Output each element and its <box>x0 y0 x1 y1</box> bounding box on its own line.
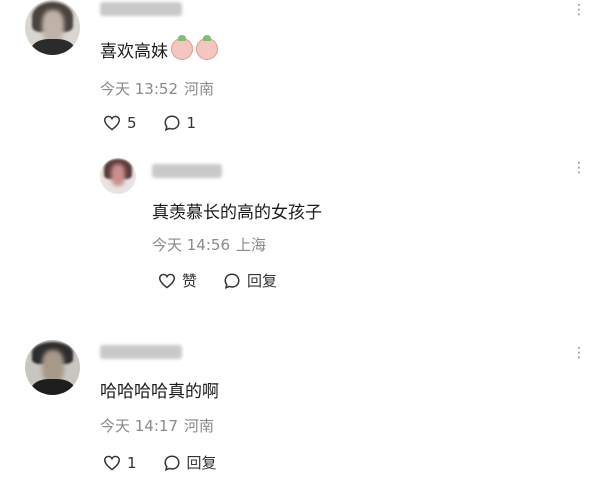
comment-time: 今天 13:52 <box>100 80 178 98</box>
comment-location: 河南 <box>184 417 215 435</box>
comment-actions: 5 1 <box>103 114 222 132</box>
username-blurred[interactable] <box>100 345 182 359</box>
avatar[interactable] <box>25 0 80 55</box>
speech-bubble-icon <box>164 115 180 131</box>
heart-icon <box>103 115 121 131</box>
avatar[interactable] <box>25 340 80 395</box>
comment-text: 真羡慕长的高的女孩子 <box>152 203 322 223</box>
comment-meta: 今天 13:52 河南 <box>100 78 220 99</box>
peach-face-emoji-icon <box>196 35 218 60</box>
comment-actions: 赞 回复 <box>158 270 303 291</box>
reply-button[interactable]: 1 <box>163 114 197 132</box>
comment-text-content: 喜欢高妹 <box>100 42 168 62</box>
like-button[interactable]: 赞 <box>158 270 197 291</box>
reply-count: 1 <box>186 114 197 132</box>
comment-text: 哈哈哈哈真的啊 <box>100 382 219 402</box>
like-button[interactable]: 5 <box>103 114 137 132</box>
heart-icon <box>103 455 121 470</box>
more-options-icon[interactable]: ⋮ <box>572 345 588 361</box>
username-blurred[interactable] <box>152 164 222 178</box>
comment-text: 喜欢高妹 <box>100 35 218 62</box>
comment-time: 今天 14:56 <box>152 236 230 254</box>
comment-location: 河南 <box>184 80 215 98</box>
comment-meta: 今天 14:56 上海 <box>152 234 272 255</box>
comment-location: 上海 <box>236 236 267 254</box>
speech-bubble-icon <box>224 272 240 289</box>
username-blurred[interactable] <box>100 2 182 16</box>
peach-face-emoji-icon <box>171 35 193 60</box>
reply-button[interactable]: 回复 <box>163 452 217 473</box>
more-options-icon[interactable]: ⋮ <box>572 160 588 176</box>
comment-time: 今天 14:17 <box>100 417 178 435</box>
comment-meta: 今天 14:17 河南 <box>100 415 220 436</box>
like-count: 1 <box>127 453 137 472</box>
comment-actions: 1 回复 <box>103 452 243 473</box>
reply-label: 回复 <box>247 272 278 290</box>
reply-button[interactable]: 回复 <box>223 270 277 291</box>
avatar[interactable] <box>100 158 136 194</box>
more-options-icon[interactable]: ⋮ <box>572 2 588 18</box>
like-count: 5 <box>127 114 137 132</box>
like-button[interactable]: 1 <box>103 454 137 472</box>
like-label: 赞 <box>182 272 198 290</box>
heart-icon <box>158 273 176 288</box>
speech-bubble-icon <box>164 454 180 471</box>
reply-label: 回复 <box>186 454 217 472</box>
